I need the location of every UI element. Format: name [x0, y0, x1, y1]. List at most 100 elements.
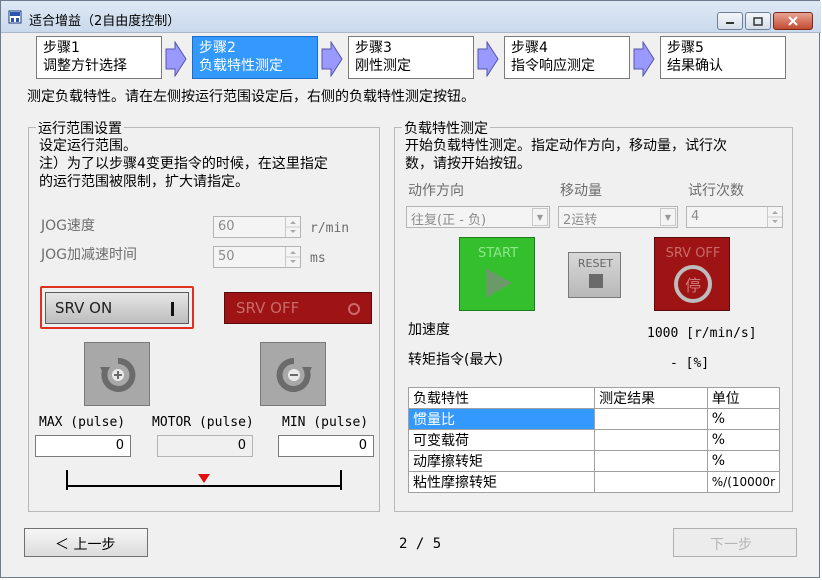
torque-command-value: - [%]: [670, 356, 710, 371]
move-amount-select-value: 2运转: [563, 213, 598, 228]
step-3: 步骤3 刚性测定: [348, 36, 474, 79]
direction-select-value: 往复(正 - 负): [411, 213, 487, 228]
step-4: 步骤4 指令响应测定: [504, 36, 630, 79]
srv-on-label: SRV ON: [55, 299, 113, 317]
table-cell-result: [594, 471, 708, 493]
jog-forward-button[interactable]: [260, 342, 326, 406]
title-bar: 适合增益（2自由度控制）: [1, 1, 821, 33]
table-row[interactable]: 惯量比 %: [407, 408, 781, 430]
jog-speed-label: JOG速度: [41, 218, 95, 234]
step-arrow-icon: [165, 41, 187, 77]
step-5-label: 结果确认: [667, 58, 723, 74]
indicator-bar-icon: [171, 302, 174, 316]
page-indicator: 2 / 5: [399, 536, 442, 552]
move-amount-label: 移动量: [560, 183, 602, 199]
play-icon: [486, 268, 512, 298]
direction-label: 动作方向: [408, 183, 464, 199]
table-cell-unit: %: [706, 408, 781, 430]
table-row[interactable]: 动摩擦转矩 %: [407, 450, 781, 472]
trial-count-label: 试行次数: [688, 183, 744, 199]
max-pulse-field[interactable]: 0: [35, 435, 131, 457]
jog-speed-unit: r/min: [310, 221, 350, 236]
step-2-label: 负载特性测定: [199, 58, 283, 74]
step-1-number: 步骤1: [43, 40, 80, 56]
app-window: 适合增益（2自由度控制） 步骤1 调整方针选择 步骤2 负载特性测定 步骤3 刚…: [0, 0, 821, 578]
stop-square-icon: [589, 274, 603, 288]
back-button-label: ＜ 上一步: [55, 537, 116, 553]
jog-accel-label: JOG加减速时间: [41, 247, 137, 263]
minimize-button[interactable]: [717, 12, 743, 30]
chevron-down-icon: ▼: [532, 208, 548, 226]
window-title: 适合增益（2自由度控制）: [29, 14, 181, 29]
srv-off-button[interactable]: SRV OFF: [224, 292, 372, 324]
next-button-label: 下一步: [710, 537, 752, 553]
table-cell-unit: %: [706, 450, 781, 472]
motor-pulse-label: MOTOR (pulse): [152, 415, 254, 430]
load-characteristics-table: 负载特性 测定结果 单位 惯量比 % 可变载荷 % 动摩擦转矩 % 粘性摩擦转矩…: [407, 387, 781, 493]
step-5-number: 步骤5: [667, 40, 704, 56]
jog-speed-input[interactable]: 60: [213, 216, 301, 238]
step-3-number: 步骤3: [355, 40, 392, 56]
minimize-icon: [726, 22, 734, 24]
step-4-label: 指令响应测定: [511, 58, 595, 74]
step-1: 步骤1 调整方针选择: [36, 36, 162, 79]
motor-pulse-field: 0: [157, 435, 253, 457]
range-indicator: [66, 470, 342, 490]
table-cell-unit: %/(10000r: [706, 471, 781, 493]
spinner-arrows-icon: [285, 217, 300, 237]
run-range-group-title: 运行范围设置: [36, 118, 124, 138]
srv-off-label: SRV OFF: [236, 299, 300, 317]
table-cell-result: [594, 408, 708, 430]
table-header-cell: 负载特性: [407, 387, 596, 409]
jog-reverse-button[interactable]: [84, 342, 150, 406]
acceleration-label: 加速度: [408, 322, 450, 338]
chevron-down-icon: ▼: [660, 208, 676, 226]
step-arrow-icon: [633, 41, 655, 77]
min-pulse-field[interactable]: 0: [278, 435, 374, 457]
spinner-arrows-icon: [767, 207, 782, 227]
load-measure-group-title: 负载特性测定: [402, 118, 490, 138]
reset-button[interactable]: RESET: [568, 252, 621, 298]
indicator-ring-icon: [348, 303, 360, 315]
srv-on-button[interactable]: SRV ON: [45, 292, 189, 324]
move-amount-select[interactable]: 2运转 ▼: [558, 206, 678, 228]
step-arrow-icon: [321, 41, 343, 77]
table-cell-name: 动摩擦转矩: [407, 450, 596, 472]
table-header-cell: 测定结果: [594, 387, 708, 409]
direction-select[interactable]: 往复(正 - 负) ▼: [406, 206, 550, 228]
step-description: 测定负载特性。请在左侧按运行范围设定后，右侧的负载特性测定按钮。: [27, 89, 475, 105]
app-icon: [8, 10, 22, 24]
acceleration-value: 1000 [r/min/s]: [647, 326, 757, 341]
next-button[interactable]: 下一步: [673, 528, 797, 557]
table-row[interactable]: 可变载荷 %: [407, 429, 781, 451]
spinner-arrows-icon: [285, 247, 300, 267]
close-button[interactable]: [773, 12, 813, 30]
jog-accel-input[interactable]: 50: [213, 246, 301, 268]
step-4-number: 步骤4: [511, 40, 548, 56]
motor-position-marker-icon: [198, 474, 210, 483]
step-arrow-icon: [477, 41, 499, 77]
step-3-label: 刚性测定: [355, 58, 411, 74]
table-header-cell: 单位: [706, 387, 781, 409]
trial-count-input[interactable]: 4: [686, 206, 783, 228]
maximize-button[interactable]: [745, 12, 771, 30]
step-1-label: 调整方针选择: [43, 58, 127, 74]
table-cell-result: [594, 450, 708, 472]
close-icon: [788, 16, 798, 26]
back-button[interactable]: ＜ 上一步: [24, 528, 148, 557]
table-row[interactable]: 粘性摩擦转矩 %/(10000r: [407, 471, 781, 493]
run-range-intro: 设定运行范围。: [39, 138, 137, 154]
table-cell-name: 惯量比: [407, 408, 596, 430]
trial-count-value: 4: [691, 209, 700, 224]
maximize-icon: [753, 16, 763, 26]
table-header-row: 负载特性 测定结果 单位: [407, 387, 781, 409]
stop-glyph: 停: [684, 276, 701, 295]
srv-off-stop-button[interactable]: SRV OFF 停: [654, 237, 730, 311]
table-cell-unit: %: [706, 429, 781, 451]
torque-command-label: 转矩指令(最大): [408, 352, 503, 368]
run-range-note-1: 注）为了以步骤4变更指令的时候，在这里指定: [39, 156, 328, 172]
table-cell-name: 可变载荷: [407, 429, 596, 451]
rotate-cw-minus-icon: [276, 357, 312, 392]
jog-accel-value: 50: [218, 249, 235, 264]
start-button[interactable]: START: [459, 237, 535, 311]
